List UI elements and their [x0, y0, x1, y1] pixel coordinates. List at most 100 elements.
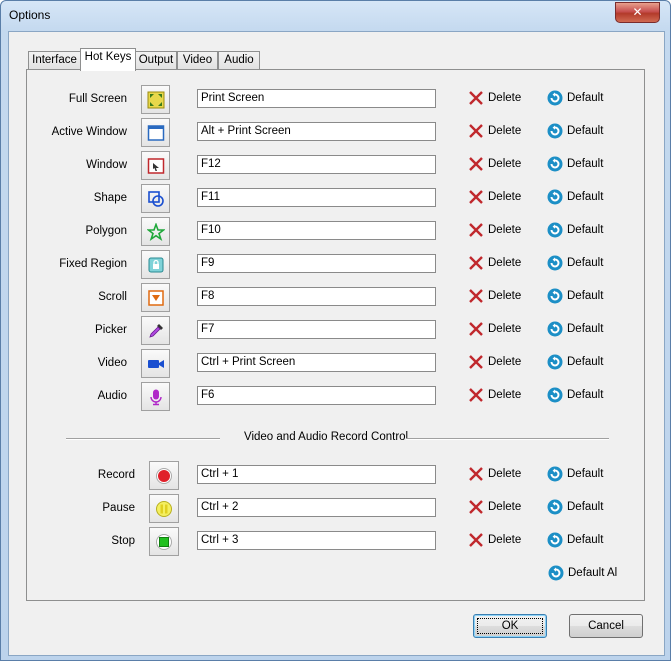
default-label: Default	[567, 191, 604, 203]
section-divider-right	[406, 438, 609, 440]
scroll-default-button[interactable]: Default	[547, 288, 611, 306]
default-label: Default	[567, 356, 604, 368]
default-all-button[interactable]: Default Al	[548, 565, 628, 583]
pause-delete-button[interactable]: Delete	[468, 499, 528, 517]
stop-hotkey-field[interactable]: Ctrl + 3	[197, 531, 436, 550]
delete-icon	[469, 467, 483, 481]
window-hotkey-field[interactable]: F12	[197, 155, 436, 174]
picker-default-button[interactable]: Default	[547, 321, 611, 339]
fixed-region-hotkey-field[interactable]: F9	[197, 254, 436, 273]
delete-icon	[469, 256, 483, 270]
full-screen-default-button[interactable]: Default	[547, 90, 611, 108]
fixed-region-label: Fixed Region	[59, 258, 127, 270]
record-delete-button[interactable]: Delete	[468, 466, 528, 484]
default-label: Default	[567, 323, 604, 335]
pause-default-button[interactable]: Default	[547, 499, 611, 517]
tab-output[interactable]: Output	[135, 51, 177, 70]
record-hotkey-field[interactable]: Ctrl + 1	[197, 465, 436, 484]
window-capture-button[interactable]	[141, 151, 170, 180]
audio-delete-button[interactable]: Delete	[468, 387, 528, 405]
audio-default-button[interactable]: Default	[547, 387, 611, 405]
shape-capture-button[interactable]	[141, 184, 170, 213]
cancel-button-label: Cancel	[588, 620, 624, 632]
delete-label: Delete	[488, 158, 522, 170]
delete-icon	[469, 322, 483, 336]
default-icon	[547, 532, 563, 548]
default-icon	[547, 123, 563, 139]
polygon-delete-button[interactable]: Delete	[468, 222, 528, 240]
pause-hotkey-field[interactable]: Ctrl + 2	[197, 498, 436, 517]
default-label: Default	[567, 125, 604, 137]
tab-video[interactable]: Video	[177, 51, 218, 70]
full-screen-hotkey-field[interactable]: Print Screen	[197, 89, 436, 108]
default-label: Default	[567, 257, 604, 269]
section-divider-left	[66, 438, 220, 440]
audio-label: Audio	[97, 390, 127, 402]
delete-label: Delete	[488, 323, 522, 335]
default-label: Default	[567, 224, 604, 236]
delete-label: Delete	[488, 125, 522, 137]
scroll-hotkey-field[interactable]: F8	[197, 287, 436, 306]
record-section-title: Video and Audio Record Control	[244, 431, 409, 443]
tab-interface[interactable]: Interface	[28, 51, 81, 70]
default-all-label: Default Al	[568, 567, 618, 579]
record-default-button[interactable]: Default	[547, 466, 611, 484]
fixed-region-capture-button[interactable]	[141, 250, 170, 279]
video-default-button[interactable]: Default	[547, 354, 611, 372]
video-label: Video	[97, 357, 127, 369]
delete-icon	[469, 388, 483, 402]
ok-focus-ring	[477, 618, 543, 634]
window-default-button[interactable]: Default	[547, 156, 611, 174]
close-button[interactable]: ✕	[615, 2, 660, 23]
stop-delete-button[interactable]: Delete	[468, 532, 528, 550]
delete-icon	[469, 533, 483, 547]
picker-capture-button[interactable]	[141, 316, 170, 345]
default-label: Default	[567, 158, 604, 170]
stop-capture-button[interactable]	[149, 527, 179, 556]
full-screen-capture-button[interactable]	[141, 85, 170, 114]
scroll-delete-button[interactable]: Delete	[468, 288, 528, 306]
video-hotkey-field[interactable]: Ctrl + Print Screen	[197, 353, 436, 372]
picker-hotkey-field[interactable]: F7	[197, 320, 436, 339]
video-delete-button[interactable]: Delete	[468, 354, 528, 372]
picker-delete-button[interactable]: Delete	[468, 321, 528, 339]
cancel-button[interactable]: Cancel	[569, 614, 643, 638]
delete-icon	[469, 124, 483, 138]
delete-label: Delete	[488, 356, 522, 368]
default-icon	[547, 90, 563, 106]
polygon-default-button[interactable]: Default	[547, 222, 611, 240]
tab-audio[interactable]: Audio	[218, 51, 260, 70]
tab-hot-keys[interactable]: Hot Keys	[80, 48, 136, 71]
default-icon	[547, 354, 563, 370]
delete-label: Delete	[488, 92, 522, 104]
audio-capture-button[interactable]	[141, 382, 170, 411]
window-title: Options	[9, 8, 51, 22]
audio-hotkey-field[interactable]: F6	[197, 386, 436, 405]
pause-label: Pause	[102, 502, 135, 514]
delete-label: Delete	[488, 224, 522, 236]
active-window-default-button[interactable]: Default	[547, 123, 611, 141]
shape-hotkey-field[interactable]: F11	[197, 188, 436, 207]
default-icon	[547, 321, 563, 337]
record-label: Record	[97, 469, 135, 481]
default-label: Default	[567, 501, 604, 513]
active-window-capture-button[interactable]	[141, 118, 170, 147]
polygon-capture-button[interactable]	[141, 217, 170, 246]
fixed-region-default-button[interactable]: Default	[547, 255, 611, 273]
delete-icon	[469, 190, 483, 204]
full-screen-delete-button[interactable]: Delete	[468, 90, 528, 108]
active-window-delete-button[interactable]: Delete	[468, 123, 528, 141]
delete-label: Delete	[488, 389, 522, 401]
ok-button[interactable]: OK	[473, 614, 547, 638]
stop-default-button[interactable]: Default	[547, 532, 611, 550]
fixed-region-delete-button[interactable]: Delete	[468, 255, 528, 273]
shape-default-button[interactable]: Default	[547, 189, 611, 207]
scroll-capture-button[interactable]	[141, 283, 170, 312]
window-delete-button[interactable]: Delete	[468, 156, 528, 174]
polygon-hotkey-field[interactable]: F10	[197, 221, 436, 240]
record-capture-button[interactable]	[149, 461, 179, 490]
active-window-hotkey-field[interactable]: Alt + Print Screen	[197, 122, 436, 141]
shape-delete-button[interactable]: Delete	[468, 189, 528, 207]
pause-capture-button[interactable]	[149, 494, 179, 523]
video-capture-button[interactable]	[141, 349, 170, 378]
